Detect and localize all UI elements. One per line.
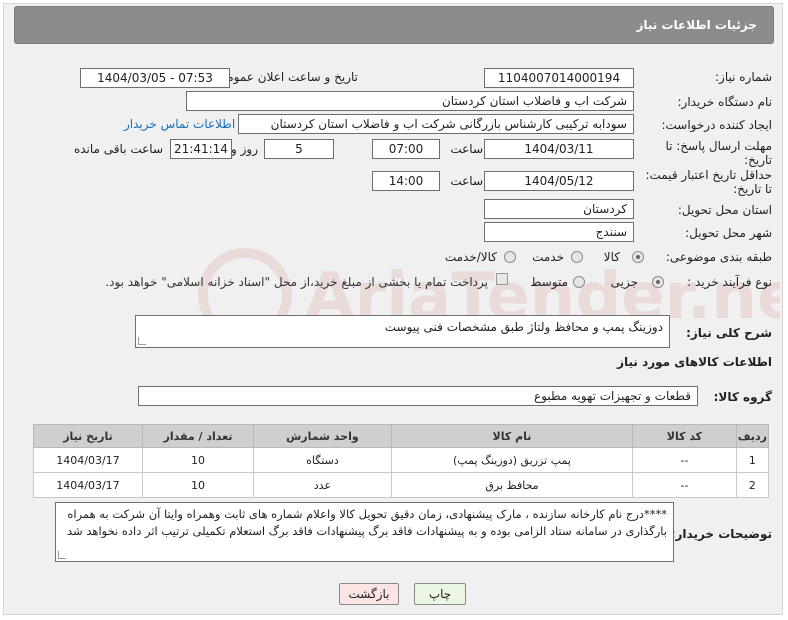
print-button[interactable]: چاپ (414, 583, 466, 605)
creator-field[interactable]: سودابه ترکیبی کارشناس بازرگانی شرکت اب و… (238, 114, 634, 134)
creator-label: ایجاد کننده درخواست: (661, 118, 772, 132)
validity-time-field[interactable]: 14:00 (372, 171, 440, 191)
need-number-field[interactable]: 1104007014000194 (484, 68, 634, 88)
announce-label: تاریخ و ساعت اعلان عمومی: (213, 70, 358, 84)
page-title: جزئیات اطلاعات نیاز (636, 18, 757, 32)
remaining-days-field[interactable]: 5 (264, 139, 334, 159)
back-button[interactable]: بازگشت (339, 583, 399, 605)
description-textarea[interactable]: دوزینگ پمپ و محافظ ولتاژ طبق مشخصات فنی … (135, 315, 670, 348)
treasury-payment-note: پرداخت تمام یا بخشی از مبلغ خرید،از محل … (105, 275, 488, 289)
reply-time-field[interactable]: 07:00 (372, 139, 440, 159)
remaining-time-field[interactable]: 21:41:14 (170, 139, 232, 159)
validity-time-label: ساعت (450, 174, 483, 188)
table-header-row: ردیف کد کالا نام کالا واحد شمارش تعداد /… (33, 424, 770, 448)
reply-time-label: ساعت (450, 142, 483, 156)
reply-date-field[interactable]: 1404/03/11 (484, 139, 634, 159)
min-validity-label-2: تا تاریخ: (733, 182, 772, 196)
col-header-unit: واحد شمارش (253, 424, 392, 448)
process-option-minor: جزیی (610, 275, 638, 289)
cell-unit: عدد (253, 472, 392, 498)
category-option-goods-service: کالا/خدمت (444, 250, 497, 264)
process-radio-minor[interactable] (652, 276, 664, 288)
goods-group-label: گروه کالا: (713, 390, 772, 404)
city-field[interactable]: سنندج (484, 222, 634, 242)
reply-deadline-label: مهلت ارسال پاسخ: تا (665, 139, 772, 153)
process-label: نوع فرآیند خرید : (687, 275, 772, 289)
col-header-row-no: ردیف (735, 424, 770, 448)
buyer-notes-textarea[interactable]: ****درج نام کارخانه سازنده ، مارک پیشنها… (55, 502, 674, 562)
cell-name: پمپ تزریق (دوزینگ پمپ) (390, 447, 634, 473)
buyer-org-label: نام دستگاه خریدار: (677, 95, 773, 109)
cell-need-date: 1404/03/17 (33, 472, 143, 498)
description-text: دوزینگ پمپ و محافظ ولتاژ طبق مشخصات فنی … (384, 320, 663, 334)
province-label: استان محل تحویل: (677, 203, 772, 217)
goods-group-field[interactable]: قطعات و تجهیزات تهویه مطبوع (138, 386, 698, 406)
buyer-org-field[interactable]: شرکت اب و فاضلاب استان کردستان (186, 91, 634, 111)
table-row[interactable]: 2 -- محافظ برق عدد 10 1404/03/17 (33, 472, 770, 498)
cell-code: -- (632, 472, 737, 498)
page-header: جزئیات اطلاعات نیاز (14, 6, 774, 44)
cell-row-no: 1 (735, 447, 770, 473)
min-validity-label: حداقل تاریخ اعتبار قیمت: (645, 168, 772, 182)
need-number-label: شماره نیاز: (715, 70, 772, 84)
days-label: روز و (231, 142, 258, 156)
cell-unit: دستگاه (253, 447, 392, 473)
buyer-notes-label: توضیحات خریدار: (670, 527, 772, 541)
category-radio-goods[interactable] (632, 251, 644, 263)
cell-name: محافظ برق (390, 472, 634, 498)
category-option-goods: کالا (603, 250, 620, 264)
cell-code: -- (632, 447, 737, 473)
description-label: شرح کلی نیاز: (686, 326, 772, 340)
col-header-code: کد کالا (632, 424, 737, 448)
cell-row-no: 2 (735, 472, 770, 498)
col-header-quantity: تعداد / مقدار (141, 424, 255, 448)
goods-info-title: اطلاعات کالاهای مورد نیاز (617, 355, 772, 369)
buyer-notes-text: ****درج نام کارخانه سازنده ، مارک پیشنها… (67, 507, 667, 538)
col-header-need-date: تاریخ نیاز (33, 424, 143, 448)
goods-table: ردیف کد کالا نام کالا واحد شمارش تعداد /… (33, 424, 770, 498)
resize-grip-icon[interactable] (138, 337, 146, 345)
buyer-contact-link[interactable]: اطلاعات تماس خریدار (124, 117, 235, 131)
province-field[interactable]: کردستان (484, 199, 634, 219)
process-option-medium: متوسط (530, 275, 568, 289)
remaining-time-label: ساعت باقی مانده (73, 142, 163, 156)
table-row[interactable]: 1 -- پمپ تزریق (دوزینگ پمپ) دستگاه 10 14… (33, 447, 770, 473)
cell-quantity: 10 (141, 472, 255, 498)
treasury-payment-checkbox[interactable] (496, 273, 508, 285)
cell-need-date: 1404/03/17 (33, 447, 143, 473)
announce-date-field[interactable]: 1404/03/05 - 07:53 (80, 68, 230, 88)
category-option-service: خدمت (532, 250, 564, 264)
process-radio-medium[interactable] (573, 276, 585, 288)
category-radio-goods-service[interactable] (504, 251, 516, 263)
category-label: طبقه بندی موضوعی: (665, 250, 772, 264)
resize-grip-icon[interactable] (58, 551, 66, 559)
category-radio-service[interactable] (571, 251, 583, 263)
city-label: شهر محل تحویل: (685, 226, 772, 240)
cell-quantity: 10 (141, 447, 255, 473)
reply-deadline-label-2: تاریخ: (744, 153, 772, 167)
col-header-name: نام کالا (390, 424, 634, 448)
validity-date-field[interactable]: 1404/05/12 (484, 171, 634, 191)
